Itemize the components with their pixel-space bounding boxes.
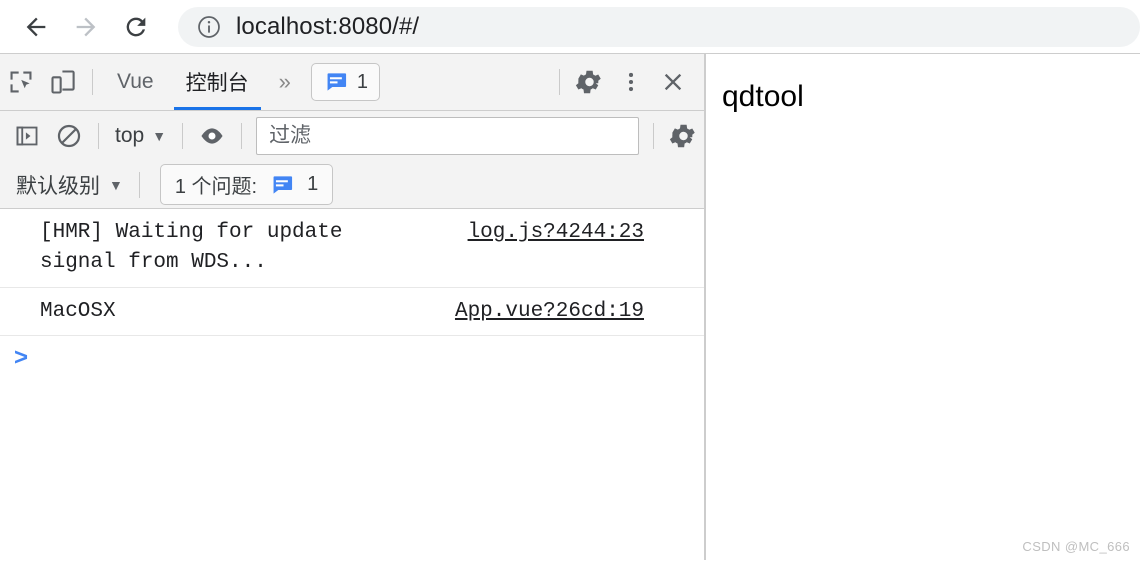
console-prompt[interactable]: > <box>0 336 704 370</box>
chevron-down-icon: ▼ <box>152 128 167 144</box>
more-tabs-button[interactable]: » <box>265 54 305 110</box>
arrow-right-icon <box>76 17 96 36</box>
browser-toolbar: localhost:8080/#/ <box>0 0 1140 53</box>
message-bubble-icon <box>326 73 346 91</box>
address-bar[interactable]: localhost:8080/#/ <box>178 6 1140 47</box>
reload-button[interactable] <box>114 5 158 49</box>
live-expression-button[interactable] <box>191 115 233 157</box>
devtools-menu-button[interactable] <box>610 61 652 103</box>
clear-console-button[interactable] <box>48 115 90 157</box>
tabbar-separator <box>92 69 93 95</box>
level-toolbar-separator <box>138 171 140 198</box>
console-level-toolbar: 默认级别 ▼ 1 个问题: 1 <box>0 161 704 209</box>
arrow-left-icon <box>26 17 46 36</box>
tab-console-label: 控制台 <box>185 72 249 95</box>
console-toolbar-separator-3 <box>241 123 243 149</box>
issues-count: 1 <box>307 173 319 195</box>
tab-vue[interactable]: Vue <box>101 54 170 110</box>
console-toolbar-separator-4 <box>653 123 654 149</box>
device-toolbar-icon <box>51 70 75 94</box>
inspect-element-button[interactable] <box>0 61 42 103</box>
issues-badge[interactable]: 1 个问题: 1 <box>159 164 334 205</box>
message-count-badge[interactable]: 1 <box>310 63 380 101</box>
console-message-list[interactable]: [HMR] Waiting for update signal from WDS… <box>0 209 704 561</box>
console-message-text: [HMR] Waiting for update signal from WDS… <box>40 221 343 274</box>
console-context-selector[interactable]: top ▼ <box>107 124 174 148</box>
reload-icon <box>126 17 146 36</box>
console-filter-box[interactable] <box>256 117 639 155</box>
devtools-tabbar: Vue 控制台 » 1 <box>0 54 704 111</box>
chevron-down-icon: ▼ <box>109 176 123 193</box>
gear-icon <box>575 70 601 94</box>
console-message-text: MacOSX <box>40 299 116 323</box>
console-message-row[interactable]: MacOSX App.vue?26cd:19 <box>0 288 704 337</box>
eye-icon <box>201 128 223 144</box>
console-level-label: 默认级别 <box>16 174 100 198</box>
browser-window: localhost:8080/#/ Vue 控制台 » 1 top ▼ 过滤 默… <box>0 0 1140 561</box>
console-sidebar-button[interactable] <box>6 115 48 157</box>
forward-button[interactable] <box>64 5 108 49</box>
console-context-label: top <box>115 124 145 147</box>
console-toolbar: top ▼ <box>0 111 704 161</box>
tab-vue-label: Vue <box>117 70 154 93</box>
more-tabs-label: » <box>278 69 291 94</box>
page-heading: qdtool <box>722 80 804 113</box>
issues-label: 1 个问题: <box>174 176 258 198</box>
devtools-panel: Vue 控制台 » 1 top ▼ 过滤 默认级别 ▼ 1 个问题: 1 [HM… <box>0 53 704 561</box>
message-count-value: 1 <box>356 70 368 93</box>
device-toolbar-button[interactable] <box>42 61 84 103</box>
inspect-element-icon <box>10 71 32 93</box>
address-bar-url: localhost:8080/#/ <box>236 12 420 40</box>
console-message-source-link[interactable]: App.vue?26cd:19 <box>455 297 694 327</box>
message-bubble-icon <box>272 175 293 194</box>
page-viewport: qdtool <box>705 53 1140 560</box>
console-level-selector[interactable]: 默认级别 ▼ <box>8 170 131 200</box>
actions-separator <box>559 69 560 95</box>
watermark: CSDN @MC_666 <box>1022 539 1130 554</box>
console-message-source-link[interactable]: log.js?4244:23 <box>468 218 694 248</box>
devtools-actions <box>551 61 704 103</box>
console-prompt-chevron-icon: > <box>14 344 29 372</box>
tab-console[interactable]: 控制台 <box>170 54 265 110</box>
back-button[interactable] <box>14 5 58 49</box>
console-toolbar-separator-2 <box>182 123 184 149</box>
close-icon <box>664 73 682 91</box>
console-sidebar-icon <box>16 126 38 146</box>
more-vertical-icon <box>628 72 634 92</box>
site-info-icon[interactable] <box>196 14 222 40</box>
console-settings-button[interactable] <box>662 115 704 157</box>
console-toolbar-separator-1 <box>98 123 99 149</box>
devtools-close-button[interactable] <box>652 61 694 103</box>
gear-icon <box>669 124 695 148</box>
devtools-settings-button[interactable] <box>568 61 610 103</box>
console-filter-input[interactable] <box>267 123 628 149</box>
clear-console-icon <box>57 124 81 148</box>
console-message-row[interactable]: [HMR] Waiting for update signal from WDS… <box>0 209 704 288</box>
